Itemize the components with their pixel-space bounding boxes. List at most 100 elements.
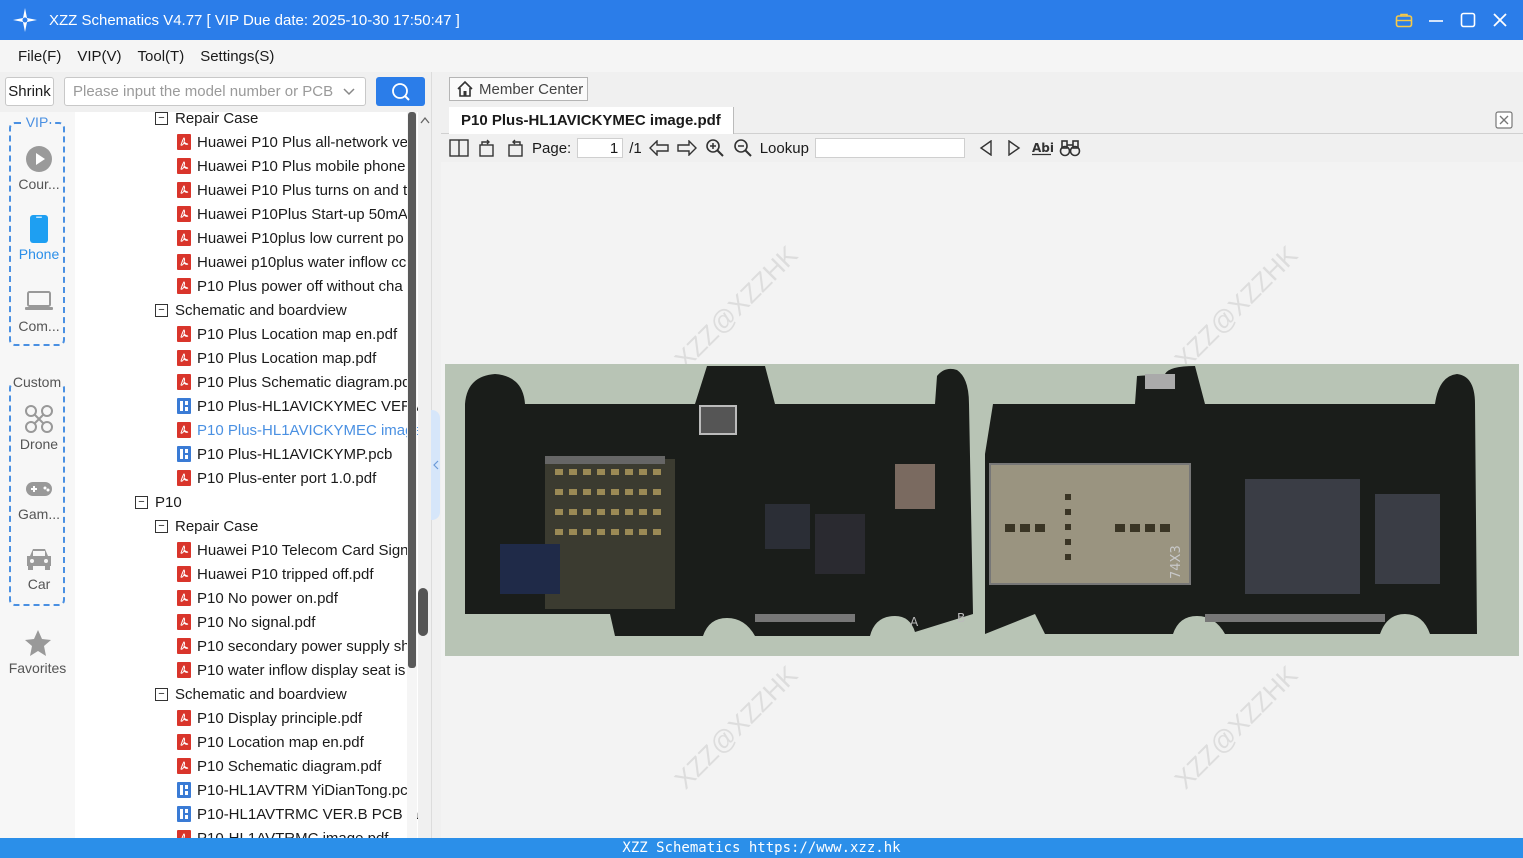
collapse-toggle-icon[interactable]: −	[155, 303, 168, 317]
tree-scroll-thumb[interactable]	[418, 588, 428, 636]
pdf-file-icon	[177, 134, 191, 150]
tree-file[interactable]: P10 Plus-HL1AVICKYMP.pcb	[177, 442, 392, 466]
tree-file[interactable]: Huawei P10plus low current po	[177, 226, 404, 250]
tree-file[interactable]: P10 No power on.pdf	[177, 586, 338, 610]
member-center-button[interactable]: Member Center	[449, 77, 588, 101]
menu-settings[interactable]: Settings(S)	[200, 48, 274, 65]
page-label: Page:	[532, 139, 572, 157]
tree-item-label: P10-HL1AVTRMC VER.B PCB lay	[197, 805, 418, 823]
tree-file[interactable]: Huawei P10 tripped off.pdf	[177, 562, 374, 586]
collapse-toggle-icon[interactable]: −	[155, 112, 168, 125]
tree-file[interactable]: P10-HL1AVTRM YiDianTong.pcl	[177, 778, 411, 802]
rail-item-drone[interactable]: Drone	[11, 404, 67, 452]
two-page-icon[interactable]	[448, 137, 470, 159]
tree-item-label: P10 Plus Location map en.pdf	[197, 325, 398, 343]
close-button[interactable]	[1491, 11, 1509, 29]
pdf-viewer[interactable]: XZZ@XZZHK XZZ@XZZHK XZZ@XZZHK XZZ@XZZHK	[441, 162, 1523, 838]
document-tab[interactable]: P10 Plus-HL1AVICKYMEC image.pdf	[449, 107, 734, 134]
tree-file[interactable]: P10 Location map en.pdf	[177, 730, 364, 754]
rail-item-car[interactable]: Car	[11, 544, 67, 592]
rail-item-course[interactable]: Cour...	[11, 144, 67, 192]
tree-folder[interactable]: − Schematic and boardview	[155, 298, 347, 322]
tree-file[interactable]: Huawei P10 Plus mobile phone	[177, 154, 405, 178]
lookup-input[interactable]	[814, 138, 965, 158]
tree-file[interactable]: P10 No signal.pdf	[177, 610, 315, 634]
search-input[interactable]: Please input the model number or PCB	[64, 77, 366, 106]
tree-file[interactable]: Huawei p10plus water inflow cc	[177, 250, 406, 274]
collapse-toggle-icon[interactable]: −	[135, 495, 148, 509]
menu-tool[interactable]: Tool(T)	[138, 48, 185, 65]
tree-file[interactable]: P10-HL1AVTRMC VER.B PCB lay	[177, 802, 418, 826]
find-next-icon[interactable]	[1003, 137, 1025, 159]
tree-file[interactable]: P10 Schematic diagram.pdf	[177, 754, 381, 778]
scroll-up-icon[interactable]	[420, 116, 430, 124]
tree-file[interactable]: P10 Plus Location map en.pdf	[177, 322, 397, 346]
play-icon	[11, 144, 67, 174]
tree-file[interactable]: P10 Plus power off without cha	[177, 274, 403, 298]
phone-icon	[11, 214, 67, 244]
maximize-button[interactable]	[1459, 11, 1477, 29]
tree-file[interactable]: Huawei P10 Telecom Card Sign	[177, 538, 409, 562]
tree-scroll-bar[interactable]	[408, 112, 416, 668]
pcb-file-icon	[177, 446, 191, 462]
tree-file[interactable]: P10 Plus-enter port 1.0.pdf	[177, 466, 376, 490]
rail-item-computer[interactable]: Com...	[11, 286, 67, 334]
tree-file[interactable]: P10 Plus Schematic diagram.pd	[177, 370, 410, 394]
tree-scrollbar[interactable]	[418, 112, 431, 838]
svg-text:Abi: Abi	[1032, 141, 1053, 155]
tree-folder[interactable]: − Repair Case	[155, 514, 258, 538]
rail-label-game: Gam...	[17, 506, 60, 522]
tree-item-label: P10 Location map en.pdf	[197, 733, 364, 751]
pdf-file-icon	[177, 158, 191, 174]
tree-file[interactable]: P10 Plus Location map.pdf	[177, 346, 376, 370]
collapse-handle[interactable]	[431, 410, 440, 520]
tree-file[interactable]: Huawei P10Plus Start-up 50mA	[177, 202, 408, 226]
binoculars-icon[interactable]	[1059, 137, 1081, 159]
vip-bag-icon[interactable]	[1395, 11, 1413, 29]
gamepad-icon	[11, 474, 67, 504]
collapse-toggle-icon[interactable]: −	[155, 519, 168, 533]
close-tab-icon[interactable]	[1495, 111, 1513, 129]
minimize-button[interactable]	[1427, 11, 1445, 29]
tree-folder[interactable]: − P10	[135, 490, 182, 514]
tree-folder[interactable]: − Repair Case	[155, 112, 258, 130]
tree-file[interactable]: P10 secondary power supply sh	[177, 634, 410, 658]
board-mark-74x3: 74X3	[1169, 545, 1184, 579]
pdf-file-icon	[177, 182, 191, 198]
next-page-icon[interactable]	[676, 137, 698, 159]
collapse-toggle-icon[interactable]: −	[155, 687, 168, 701]
rotate-left-icon[interactable]	[476, 137, 498, 159]
rail-item-favorites[interactable]: Favorites	[0, 628, 75, 676]
car-icon	[11, 544, 67, 574]
tree-item-label: P10 Plus-enter port 1.0.pdf	[197, 469, 377, 487]
tree-file[interactable]: P10-HL1AVTRMC image.pdf	[177, 826, 388, 838]
chevron-left-icon	[432, 460, 438, 470]
member-center-label: Member Center	[479, 80, 584, 98]
page-input[interactable]: 1	[577, 138, 624, 158]
rotate-right-icon[interactable]	[504, 137, 526, 159]
laptop-icon	[11, 286, 67, 316]
menu-vip[interactable]: VIP(V)	[77, 48, 121, 65]
tree-item-label: P10 Display principle.pdf	[197, 709, 363, 727]
tree-file[interactable]: P10 Plus-HL1AVICKYMEC image	[177, 418, 418, 442]
rail-item-phone[interactable]: Phone	[11, 214, 67, 262]
tree-item-label: P10 Plus-HL1AVICKYMP.pcb	[197, 445, 393, 463]
match-case-icon[interactable]: Abi	[1031, 137, 1053, 159]
tree-file[interactable]: P10 Plus-HL1AVICKYMEC VER.A	[177, 394, 418, 418]
zoom-out-icon[interactable]	[732, 137, 754, 159]
tree-folder[interactable]: − Schematic and boardview	[155, 682, 347, 706]
search-button[interactable]	[376, 77, 425, 106]
zoom-in-icon[interactable]	[704, 137, 726, 159]
drone-icon	[11, 404, 67, 434]
tree-file[interactable]: Huawei P10 Plus all-network ve	[177, 130, 408, 154]
tree-item-label: Repair Case	[175, 112, 259, 127]
shrink-button[interactable]: Shrink	[5, 77, 54, 106]
find-prev-icon[interactable]	[975, 137, 997, 159]
prev-page-icon[interactable]	[648, 137, 670, 159]
menu-file[interactable]: File(F)	[18, 48, 61, 65]
rail-item-game[interactable]: Gam...	[11, 474, 67, 522]
chevron-down-icon[interactable]	[342, 84, 356, 102]
tree-file[interactable]: P10 water inflow display seat is	[177, 658, 405, 682]
tree-file[interactable]: P10 Display principle.pdf	[177, 706, 362, 730]
tree-file[interactable]: Huawei P10 Plus turns on and t	[177, 178, 407, 202]
